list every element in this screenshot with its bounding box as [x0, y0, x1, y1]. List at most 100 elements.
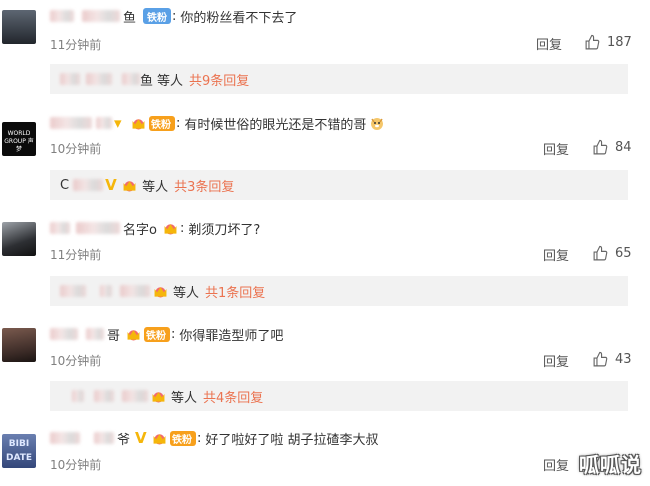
avatar-label: WORLD GROUP 声梦 [4, 130, 34, 153]
blurred-username [76, 222, 120, 234]
more-replies-link[interactable]: 共9条回复 [189, 70, 249, 89]
like-button[interactable]: 43 [592, 351, 632, 368]
timestamp: 11分钟前 [50, 248, 102, 262]
dog-emoji-icon [371, 118, 384, 130]
avatar[interactable]: WORLD GROUP 声梦 [2, 122, 36, 156]
reply-etc: 等人 [173, 285, 200, 301]
timestamp: 11分钟前 [50, 38, 102, 52]
timestamp: 10分钟前 [50, 142, 102, 156]
fan-badge: 铁粉 [149, 115, 175, 131]
reply-etc: 等人 [171, 390, 198, 406]
blurred-username [86, 73, 112, 85]
vip-v-icon: V [105, 176, 117, 194]
blurred-username [60, 285, 86, 297]
blurred-username [94, 432, 114, 444]
replies-preview[interactable]: 鱼 等人 共9条回复 [50, 64, 628, 94]
blurred-username [94, 390, 114, 402]
thumbs-up-icon [593, 351, 608, 367]
username-fragment[interactable]: 名字o [123, 219, 157, 238]
avatar[interactable] [2, 328, 36, 362]
avatar[interactable] [2, 222, 36, 256]
comment-item: WORLD GROUP 声梦 ▾ 铁粉 : 有时候世俗的眼光还是不错的哥 10分… [0, 100, 650, 208]
blurred-username [122, 390, 148, 402]
timestamp: 10分钟前 [50, 458, 102, 472]
more-replies-link[interactable]: 共1条回复 [205, 282, 265, 301]
colon: : [197, 430, 202, 446]
vip-v-icon: V [135, 429, 147, 447]
reply-button[interactable]: 回复 [543, 139, 569, 158]
more-replies-link[interactable]: 共3条回复 [174, 176, 234, 195]
blurred-username[interactable] [50, 222, 70, 234]
crown-icon [164, 223, 177, 234]
crown-icon [152, 391, 165, 402]
blurred-username[interactable] [50, 10, 74, 22]
reply-button[interactable]: 回复 [543, 351, 569, 370]
blurred-username[interactable] [50, 117, 92, 129]
fan-badge: 铁粉 [170, 430, 197, 446]
colon: : [172, 8, 177, 24]
thumbs-up-icon [593, 245, 608, 261]
comment-item: 鱼 铁粉 : 你的粉丝看不下去了 11分钟前 回复 187 鱼 等人 共9条回复 [0, 0, 650, 100]
comment-text: 你的粉丝看不下去了 [180, 10, 298, 26]
like-count: 65 [615, 246, 632, 261]
crown-icon [127, 329, 140, 340]
colon: : [179, 220, 185, 236]
blurred-username [120, 285, 150, 297]
reply-button[interactable]: 回复 [536, 34, 562, 53]
crown-icon [123, 180, 136, 191]
like-button[interactable]: 187 [584, 34, 632, 51]
replies-preview[interactable]: C V 等人 共3条回复 [50, 170, 628, 200]
comment-item: 名字o : 剃须刀坏了? 11分钟前 回复 65 等人 共1条回复 [0, 208, 650, 314]
blurred-username[interactable] [50, 432, 80, 444]
blurred-username [73, 179, 104, 191]
crown-icon [154, 286, 167, 297]
blurred-username [96, 117, 112, 129]
username-fragment: C [60, 177, 70, 193]
like-count: 187 [607, 35, 632, 50]
reply-button[interactable]: 回复 [543, 245, 569, 264]
replies-preview[interactable]: 等人 共4条回复 [50, 381, 628, 411]
blurred-username [60, 73, 80, 85]
blurred-username [86, 328, 104, 340]
comment-header: 鱼 铁粉 : 你的粉丝看不下去了 [50, 6, 297, 26]
watermark: 呱呱说 [579, 453, 642, 477]
avatar[interactable] [2, 10, 36, 44]
blurred-username [122, 73, 140, 85]
timestamp: 10分钟前 [50, 354, 102, 368]
username-fragment[interactable]: 哥 [107, 325, 120, 344]
comment-item: BIBI DATE 爷 V 铁粉 : 好了啦好了啦 胡子拉碴李大叔 10分钟前 … [0, 420, 650, 486]
thumbs-up-icon [585, 34, 600, 50]
replies-preview[interactable]: 等人 共1条回复 [50, 276, 628, 306]
vip-v-icon: ▾ [114, 114, 122, 132]
colon: : [171, 326, 176, 342]
crown-icon [153, 433, 166, 444]
username-fragment: 鱼 [140, 73, 154, 89]
comment-text: 有时候世俗的眼光还是不错的哥 [184, 117, 367, 133]
avatar-label: BIBI DATE [5, 439, 33, 463]
comment-header: 哥 铁粉 : 你得罪造型师了吧 [50, 324, 283, 344]
reply-button[interactable]: 回复 [543, 455, 569, 474]
comment-header: 名字o : 剃须刀坏了? [50, 218, 260, 238]
like-count: 43 [615, 352, 632, 367]
more-replies-link[interactable]: 共4条回复 [203, 387, 263, 406]
comment-header: ▾ 铁粉 : 有时候世俗的眼光还是不错的哥 [50, 113, 385, 133]
blurred-username [100, 285, 112, 297]
blurred-username[interactable] [50, 328, 78, 340]
like-button[interactable]: 84 [592, 139, 632, 156]
thumbs-up-icon [593, 139, 608, 155]
username-fragment[interactable]: 鱼 [123, 7, 136, 26]
fan-badge: 铁粉 [143, 8, 172, 24]
username-fragment[interactable]: 爷 [117, 429, 130, 448]
like-button[interactable]: 65 [592, 245, 632, 262]
blurred-username [82, 10, 120, 22]
comment-text: 剃须刀坏了? [188, 222, 261, 238]
blurred-username [72, 390, 84, 402]
crown-icon [132, 118, 145, 129]
colon: : [176, 115, 181, 131]
comment-header: 爷 V 铁粉 : 好了啦好了啦 胡子拉碴李大叔 [50, 428, 379, 448]
avatar[interactable]: BIBI DATE [2, 434, 36, 468]
reply-etc: 等人 [157, 73, 184, 89]
comment-text: 好了啦好了啦 胡子拉碴李大叔 [205, 432, 379, 448]
comment-text: 你得罪造型师了吧 [179, 328, 284, 344]
comment-item: 哥 铁粉 : 你得罪造型师了吧 10分钟前 回复 43 等人 共4条回复 [0, 314, 650, 420]
